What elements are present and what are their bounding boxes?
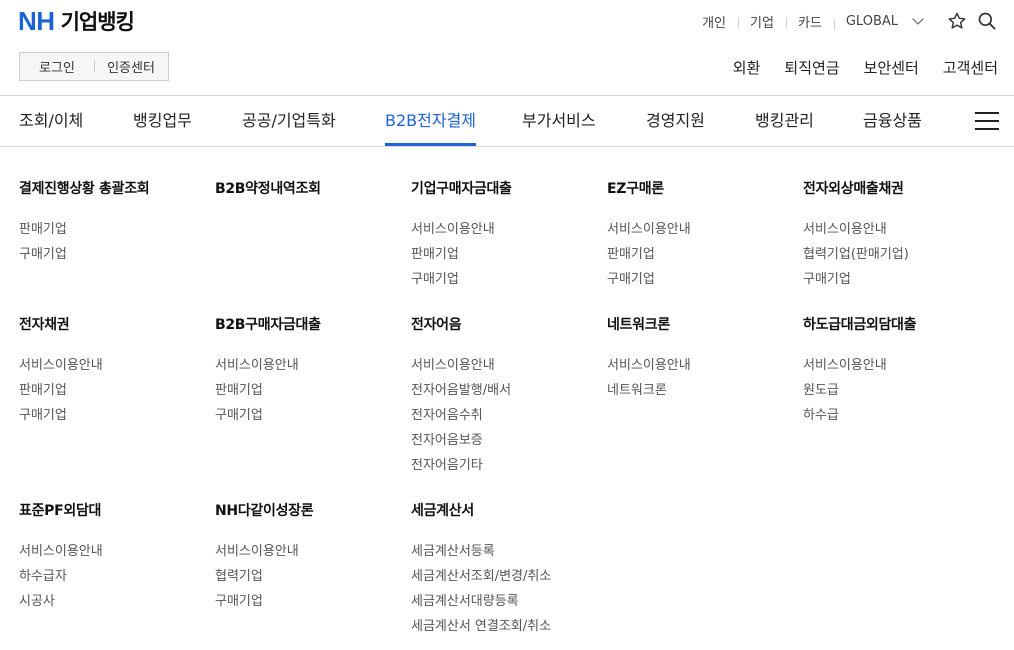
- tab-public-corporate[interactable]: 공공/기업특화: [242, 96, 336, 146]
- menu-group: B2B약정내역조회: [215, 179, 411, 199]
- sub-utility-nav: 외환 퇴직연금 보안센터 고객센터: [709, 57, 998, 78]
- login-button[interactable]: 로그인: [20, 57, 94, 76]
- menu-item[interactable]: 판매기업: [411, 242, 607, 267]
- logo-name: 기업뱅킹: [60, 10, 135, 34]
- menu-item[interactable]: 세금계산서대량등록: [411, 589, 607, 614]
- tab-management-support[interactable]: 경영지원: [646, 96, 705, 146]
- menu-group-title[interactable]: 결제진행상황 총괄조회: [19, 179, 215, 199]
- menu-item[interactable]: 구매기업: [607, 267, 803, 292]
- menu-group-title[interactable]: EZ구매론: [607, 179, 803, 199]
- top-link-global[interactable]: GLOBAL: [833, 14, 910, 30]
- tab-additional-services[interactable]: 부가서비스: [522, 96, 596, 146]
- tab-banking[interactable]: 뱅킹업무: [133, 96, 192, 146]
- menu-item[interactable]: 협력기업: [215, 564, 411, 589]
- menu-group-title[interactable]: 전자어음: [411, 315, 607, 335]
- menu-item[interactable]: 협력기업(판매기업): [803, 242, 999, 267]
- menu-item[interactable]: 구매기업: [803, 267, 999, 292]
- tab-financial-products[interactable]: 금융상품: [863, 96, 922, 146]
- menu-item[interactable]: 구매기업: [19, 403, 215, 428]
- menu-group-title[interactable]: 기업구매자금대출: [411, 179, 607, 199]
- menu-item[interactable]: 서비스이용안내: [19, 539, 215, 564]
- top-link-card[interactable]: 카드: [785, 12, 834, 31]
- menu-item[interactable]: 시공사: [19, 589, 215, 614]
- menu-item[interactable]: 세금계산서 연결조회/취소: [411, 614, 607, 639]
- menu-group: 네트워크론 서비스이용안내 네트워크론: [607, 315, 803, 403]
- menu-item[interactable]: 판매기업: [19, 378, 215, 403]
- logo-brand: NH: [18, 5, 55, 36]
- menu-item[interactable]: 서비스이용안내: [215, 353, 411, 378]
- tab-banking-management[interactable]: 뱅킹관리: [755, 96, 814, 146]
- menu-item[interactable]: 서비스이용안내: [803, 217, 999, 242]
- menu-item[interactable]: 전자어음발행/배서: [411, 378, 607, 403]
- chevron-down-icon[interactable]: [912, 13, 924, 25]
- cert-center-button[interactable]: 인증센터: [94, 57, 168, 76]
- search-icon[interactable]: [976, 10, 998, 32]
- menu-group-title[interactable]: B2B구매자금대출: [215, 315, 411, 335]
- menu-group-title[interactable]: 네트워크론: [607, 315, 803, 335]
- menu-group: 전자외상매출채권 서비스이용안내 협력기업(판매기업) 구매기업: [803, 179, 999, 292]
- menu-group: 세금계산서 세금계산서등록 세금계산서조회/변경/취소 세금계산서대량등록 세금…: [411, 501, 607, 639]
- menu-group-title[interactable]: 표준PF외담대: [19, 501, 215, 521]
- menu-item[interactable]: 서비스이용안내: [607, 353, 803, 378]
- menu-group-title[interactable]: 세금계산서: [411, 501, 607, 521]
- sub-link-forex[interactable]: 외환: [733, 57, 761, 78]
- main-nav: 조회/이체 뱅킹업무 공공/기업특화 B2B전자결제 부가서비스 경영지원 뱅킹…: [0, 96, 1014, 146]
- menu-group-title[interactable]: 전자외상매출채권: [803, 179, 999, 199]
- menu-group-title[interactable]: B2B약정내역조회: [215, 179, 411, 199]
- menu-item[interactable]: 판매기업: [607, 242, 803, 267]
- sub-link-customer[interactable]: 고객센터: [943, 57, 998, 78]
- menu-item[interactable]: 하수급자: [19, 564, 215, 589]
- menu-group: EZ구매론 서비스이용안내 판매기업 구매기업: [607, 179, 803, 292]
- menu-group: 표준PF외담대 서비스이용안내 하수급자 시공사: [19, 501, 215, 614]
- sub-link-security[interactable]: 보안센터: [864, 57, 919, 78]
- menu-group-title[interactable]: NH다같이성장론: [215, 501, 411, 521]
- top-utility-nav: 개인 기업 카드 GLOBAL: [690, 10, 998, 32]
- menu-item[interactable]: 원도급: [803, 378, 999, 403]
- menu-item[interactable]: 전자어음기타: [411, 453, 607, 478]
- menu-group-title[interactable]: 하도급대금외담대출: [803, 315, 999, 335]
- menu-item[interactable]: 구매기업: [215, 589, 411, 614]
- menu-item[interactable]: 구매기업: [19, 242, 215, 267]
- top-link-personal[interactable]: 개인: [690, 12, 738, 31]
- menu-item[interactable]: 구매기업: [411, 267, 607, 292]
- menu-item[interactable]: 서비스이용안내: [411, 353, 607, 378]
- menu-item[interactable]: 전자어음수취: [411, 403, 607, 428]
- menu-group: 전자채권 서비스이용안내 판매기업 구매기업: [19, 315, 215, 428]
- menu-item[interactable]: 구매기업: [215, 403, 411, 428]
- star-icon[interactable]: [946, 10, 968, 32]
- gnb-divider-bottom: [0, 146, 1014, 147]
- menu-group: 결제진행상황 총괄조회 판매기업 구매기업: [19, 179, 215, 267]
- menu-item[interactable]: 세금계산서등록: [411, 539, 607, 564]
- tab-b2b-payment[interactable]: B2B전자결제: [385, 96, 477, 146]
- login-box: 로그인 인증센터: [19, 52, 169, 81]
- menu-group: B2B구매자금대출 서비스이용안내 판매기업 구매기업: [215, 315, 411, 428]
- nh-logo[interactable]: NH 기업뱅킹: [18, 5, 135, 36]
- tab-inquiry-transfer[interactable]: 조회/이체: [19, 96, 83, 146]
- menu-item[interactable]: 서비스이용안내: [411, 217, 607, 242]
- menu-item[interactable]: 서비스이용안내: [607, 217, 803, 242]
- menu-group: 하도급대금외담대출 서비스이용안내 원도급 하수급: [803, 315, 999, 428]
- hamburger-menu-icon[interactable]: [975, 112, 999, 130]
- menu-group: 기업구매자금대출 서비스이용안내 판매기업 구매기업: [411, 179, 607, 292]
- menu-item[interactable]: 서비스이용안내: [803, 353, 999, 378]
- menu-item[interactable]: 서비스이용안내: [19, 353, 215, 378]
- menu-item[interactable]: 판매기업: [215, 378, 411, 403]
- menu-item[interactable]: 세금계산서조회/변경/취소: [411, 564, 607, 589]
- sub-link-pension[interactable]: 퇴직연금: [784, 57, 839, 78]
- menu-item[interactable]: 하수급: [803, 403, 999, 428]
- menu-item[interactable]: 서비스이용안내: [215, 539, 411, 564]
- menu-group: 전자어음 서비스이용안내 전자어음발행/배서 전자어음수취 전자어음보증 전자어…: [411, 315, 607, 478]
- menu-item[interactable]: 전자어음보증: [411, 428, 607, 453]
- top-link-corporate[interactable]: 기업: [738, 12, 786, 31]
- menu-item[interactable]: 네트워크론: [607, 378, 803, 403]
- menu-group: NH다같이성장론 서비스이용안내 협력기업 구매기업: [215, 501, 411, 614]
- menu-group-title[interactable]: 전자채권: [19, 315, 215, 335]
- menu-item[interactable]: 판매기업: [19, 217, 215, 242]
